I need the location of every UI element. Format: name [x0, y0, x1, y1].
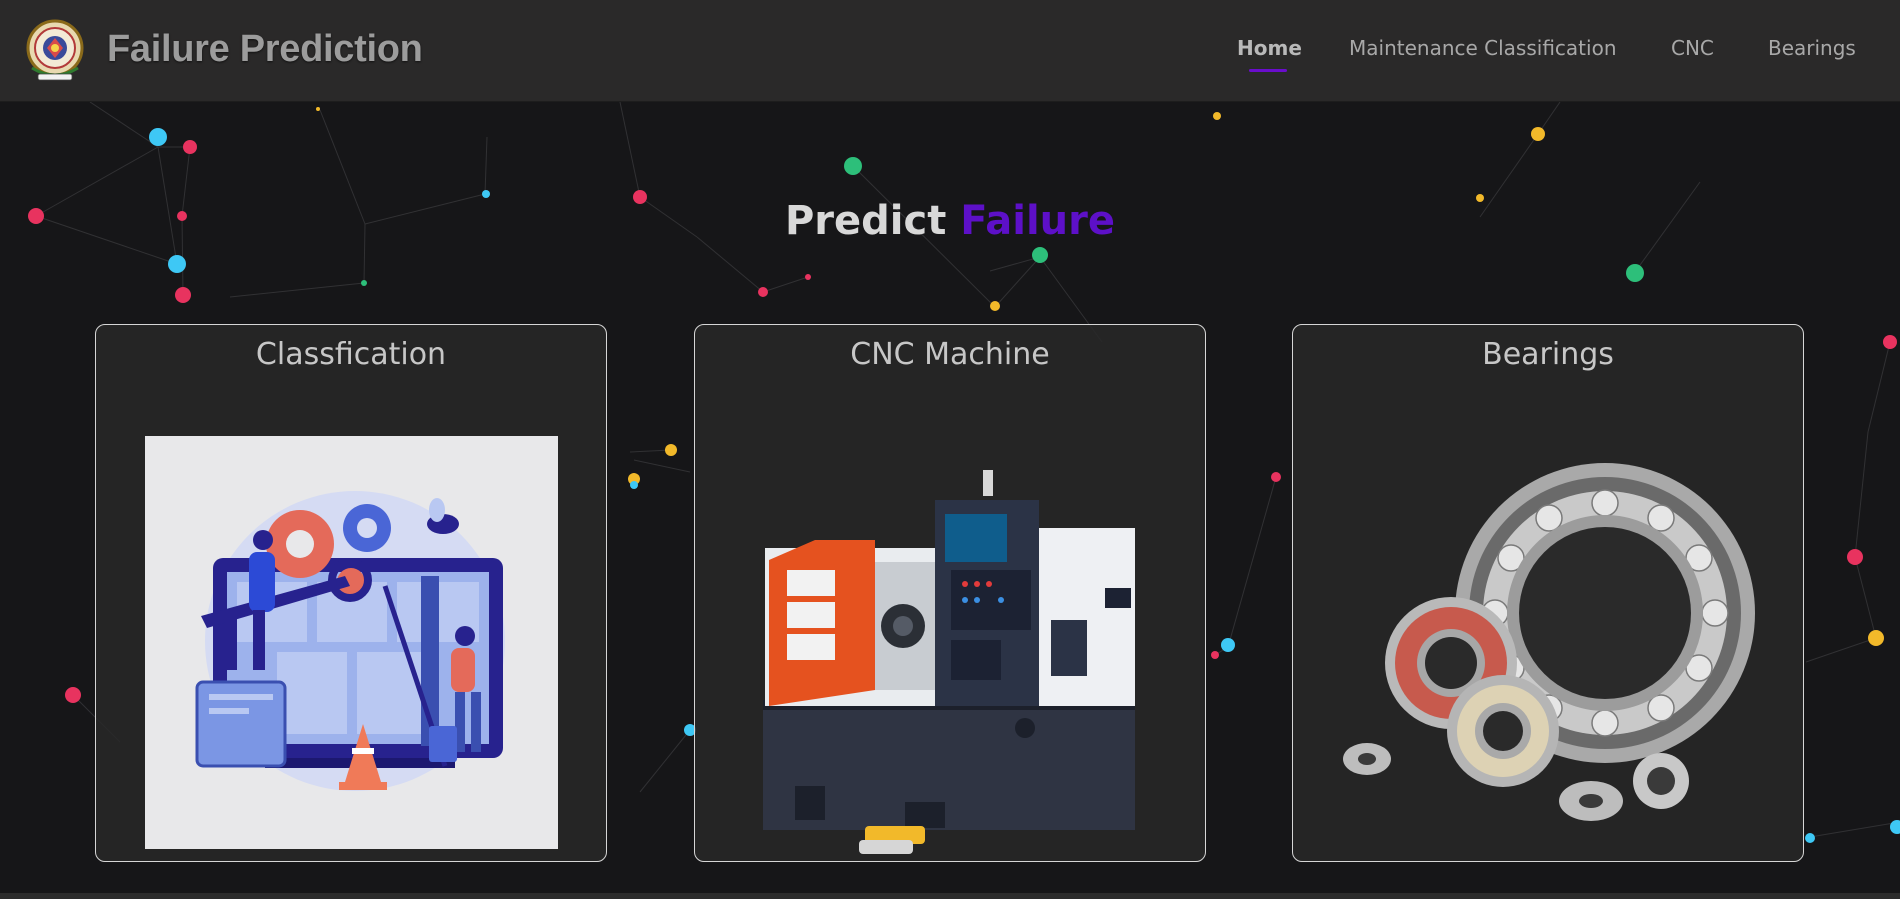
card-title: CNC Machine [850, 337, 1050, 372]
hero-title: Predict Failure [0, 198, 1900, 244]
nav-home[interactable]: Home [1237, 36, 1302, 60]
ball-bearings-icon [1343, 463, 1755, 821]
nav-active-indicator [1249, 69, 1287, 72]
nav-bearings[interactable]: Bearings [1768, 36, 1856, 60]
nav-maintenance-classification[interactable]: Maintenance Classification [1349, 36, 1617, 60]
maintenance-illustration [145, 436, 558, 849]
card-title: Bearings [1482, 337, 1614, 372]
college-emblem-icon[interactable] [20, 16, 90, 86]
cnc-lathe-machine-icon [763, 470, 1135, 854]
hero-title-part1: Predict [784, 198, 947, 244]
hero-title-part2: Failure [960, 198, 1116, 244]
brand-title[interactable]: Failure Prediction [107, 28, 423, 71]
card-title: Classfication [255, 337, 447, 372]
bottom-scroll-edge [0, 893, 1900, 899]
card-bearings[interactable]: Bearings [1292, 324, 1804, 862]
top-navbar: Failure Prediction Home Maintenance Clas… [0, 0, 1900, 102]
card-cnc-machine[interactable]: CNC Machine [694, 324, 1206, 862]
card-classification[interactable]: Classfication [95, 324, 607, 862]
nav-cnc[interactable]: CNC [1671, 36, 1714, 60]
